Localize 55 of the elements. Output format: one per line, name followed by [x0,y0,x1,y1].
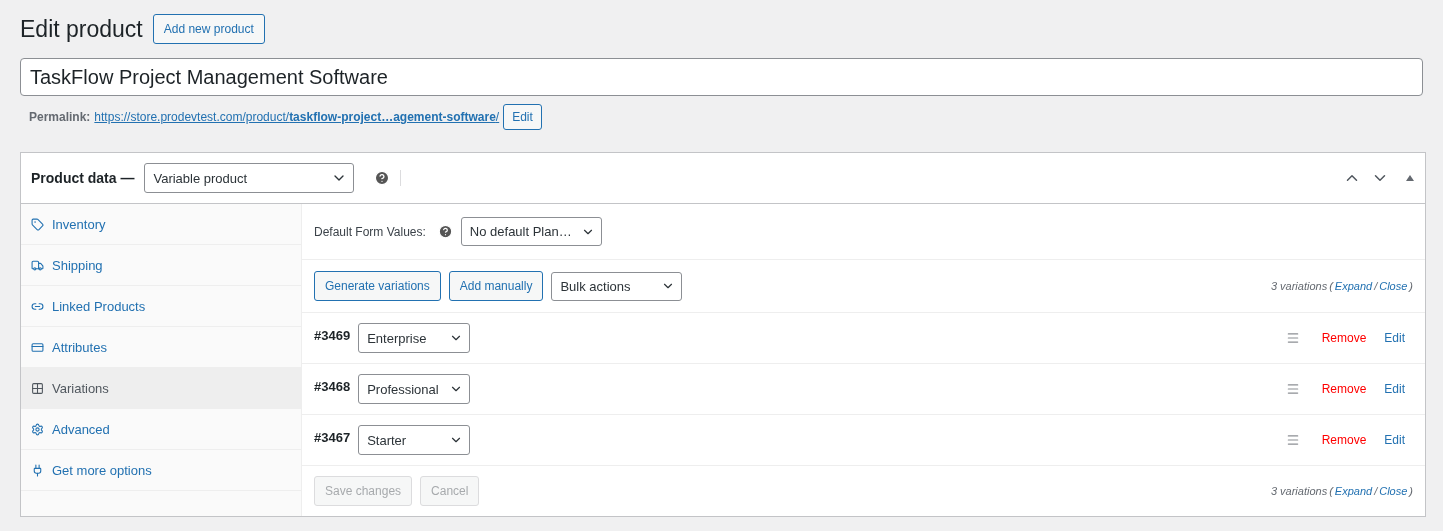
edit-permalink-button[interactable]: Edit [503,104,542,130]
plan-select[interactable]: Enterprise [358,323,471,353]
variation-id: #3467 [314,430,351,445]
remove-link[interactable]: Remove [1321,433,1367,447]
variation-id: #3469 [314,328,351,343]
parenthesis: ) [1409,280,1413,292]
variations-count: 3 variations [1270,280,1328,292]
drag-handle-icon[interactable] [1285,382,1300,396]
plan-select[interactable]: Starter [358,425,471,455]
drag-handle-icon[interactable] [1285,433,1300,447]
expand-link[interactable]: Expand [1334,280,1373,292]
variations-count: 3 variations [1270,485,1328,497]
permalink-label: Permalink: [29,110,91,124]
plan-select[interactable]: Professional [358,374,471,404]
product-type-select[interactable]: Variable product [144,163,355,193]
add-new-product-button[interactable]: Add new product [152,14,265,44]
default-form-values-label: Default Form Values: [314,224,426,239]
sidebar-tab[interactable]: Linked Products [21,286,301,327]
expand-link[interactable]: Expand [1334,485,1373,497]
product-title-field[interactable]: TaskFlow Project Management Software [20,58,1423,96]
default-plan-select[interactable]: No default Plan… [460,217,602,246]
parenthesis: ( [1329,280,1333,292]
sidebar-tab[interactable]: Variations [21,368,301,409]
grid-icon [31,381,44,395]
toolbar-button[interactable]: Generate variations [314,271,441,301]
sidebar-tab[interactable]: Advanced [21,409,301,450]
separator-slash: / [1374,280,1378,292]
parenthesis: ( [1329,485,1333,497]
parenthesis: ) [1409,485,1413,497]
variation-id: #3468 [314,379,351,394]
tag-icon [31,217,44,231]
collapse-icon[interactable] [1405,174,1415,182]
bulk-actions-select[interactable]: Bulk actions [551,271,683,301]
separator-slash: / [1374,485,1378,497]
permalink-link[interactable]: https://store.prodevtest.com/product/taskflow-project…agement-software/ [94,110,500,124]
plug-icon [31,463,44,477]
card-icon [31,340,44,354]
close-link[interactable]: Close [1379,485,1408,497]
remove-link[interactable]: Remove [1321,331,1367,345]
page-title: Edit product [20,15,143,43]
edit-link[interactable]: Edit [1384,382,1405,396]
sidebar-tab[interactable]: Inventory [21,204,301,245]
edit-link[interactable]: Edit [1384,331,1405,345]
remove-link[interactable]: Remove [1321,382,1367,396]
truck-icon [31,258,44,272]
drag-handle-icon[interactable] [1285,331,1300,345]
help-icon[interactable] [437,224,453,239]
gear-icon [31,422,44,436]
edit-link[interactable]: Edit [1384,433,1405,447]
close-link[interactable]: Close [1379,280,1408,292]
product-data-label: Product data — [31,170,135,186]
help-icon[interactable] [374,170,391,186]
sidebar-tab[interactable]: Get more options [21,450,301,491]
sidebar-tab[interactable]: Shipping [21,245,301,286]
toolbar-button[interactable]: Add manually [448,271,544,301]
